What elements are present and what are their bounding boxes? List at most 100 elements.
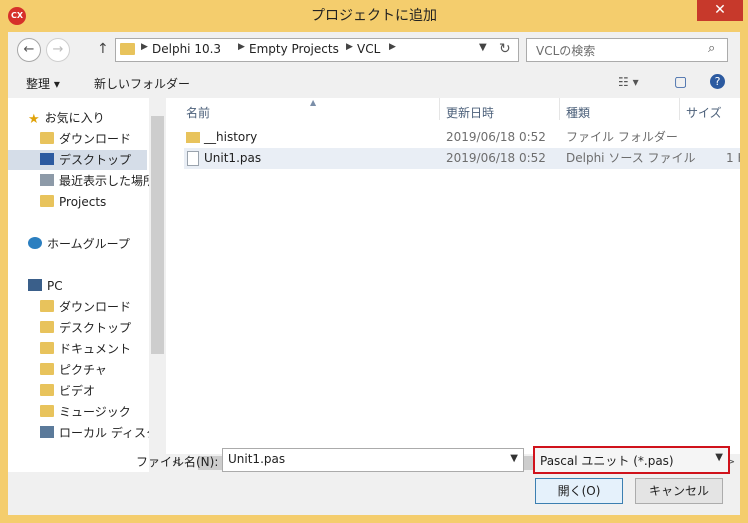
sidebar-item-downloads[interactable]: ダウンロード xyxy=(40,129,131,149)
file-modified: 2019/06/18 0:52 xyxy=(446,130,546,144)
forward-button[interactable]: → xyxy=(46,38,70,62)
sidebar-label: ピクチャ xyxy=(59,363,107,377)
view-options-icon[interactable]: ☷ ▾ xyxy=(618,75,639,89)
column-header-name[interactable]: 名前 xyxy=(186,104,210,121)
chevron-right-icon[interactable]: ▶ xyxy=(389,42,396,52)
sidebar-item-music[interactable]: ミュージック xyxy=(40,402,131,422)
scrollbar-thumb[interactable] xyxy=(151,116,164,354)
sidebar-item-documents[interactable]: ドキュメント xyxy=(40,339,131,359)
sidebar-label: ダウンロード xyxy=(59,300,132,314)
folder-icon xyxy=(186,132,200,143)
sidebar-item-pictures[interactable]: ピクチャ xyxy=(40,360,107,380)
new-folder-button[interactable]: 新しいフォルダー xyxy=(94,75,190,92)
chevron-right-icon[interactable]: ▶ xyxy=(346,42,353,52)
search-box[interactable]: VCLの検索 ⌕ xyxy=(526,38,728,62)
preview-pane-icon[interactable]: ▢ xyxy=(674,74,687,90)
column-divider[interactable] xyxy=(679,98,680,120)
search-icon[interactable]: ⌕ xyxy=(708,41,715,56)
star-icon: ★ xyxy=(28,112,40,127)
pc-icon xyxy=(28,279,42,291)
sidebar-label: ドキュメント xyxy=(59,342,132,356)
window-title: プロジェクトに追加 xyxy=(311,8,437,24)
chevron-down-icon[interactable]: ▼ xyxy=(715,452,723,463)
window-frame: CX プロジェクトに追加 ✕ ← → ↑ ▶ Delphi 10.3 ▶ Emp… xyxy=(0,0,748,523)
drive-icon xyxy=(40,426,54,438)
sidebar-item-projects[interactable]: Projects xyxy=(40,192,106,212)
sidebar-label: 最近表示した場所 xyxy=(59,174,156,188)
sidebar-item-pc[interactable]: PC xyxy=(28,276,63,296)
up-icon[interactable]: ↑ xyxy=(97,41,109,57)
folder-icon xyxy=(40,195,54,207)
navigation-scrollbar[interactable] xyxy=(149,98,166,472)
sort-ascending-icon: ▲ xyxy=(310,98,317,107)
file-modified: 2019/06/18 0:52 xyxy=(446,151,546,165)
address-dropdown-icon[interactable]: ▼ xyxy=(479,42,487,53)
cancel-button[interactable]: キャンセル xyxy=(635,478,723,504)
breadcrumb-delphi[interactable]: Delphi 10.3 xyxy=(152,42,221,56)
file-row[interactable]: Unit1.pas 2019/06/18 0:52 Delphi ソース ファイ… xyxy=(184,148,740,169)
chevron-right-icon[interactable]: ▶ xyxy=(238,42,245,52)
close-button[interactable]: ✕ xyxy=(697,0,743,21)
sidebar-label: ビデオ xyxy=(59,384,96,398)
file-name: __history xyxy=(204,130,258,144)
breadcrumb-vcl[interactable]: VCL xyxy=(357,42,380,56)
refresh-icon[interactable]: ↻ xyxy=(499,41,511,57)
sidebar-label: ホームグループ xyxy=(47,237,130,251)
filename-value: Unit1.pas xyxy=(228,452,286,466)
dialog-client: ← → ↑ ▶ Delphi 10.3 ▶ Empty Projects ▶ V… xyxy=(8,32,740,515)
sidebar-item-homegroup[interactable]: ホームグループ xyxy=(28,234,130,254)
file-size: 1 K xyxy=(726,151,740,165)
recent-places-icon xyxy=(40,174,54,186)
column-header-type[interactable]: 種類 xyxy=(566,104,590,121)
column-divider[interactable] xyxy=(559,98,560,120)
file-row[interactable]: __history 2019/06/18 0:52 ファイル フォルダー xyxy=(184,127,740,148)
file-type: ファイル フォルダー xyxy=(566,130,678,144)
sidebar-label: デスクトップ xyxy=(59,321,132,335)
sidebar-item-pc-desktop[interactable]: デスクトップ xyxy=(40,318,131,338)
sidebar-item-favorites[interactable]: ★ お気に入り xyxy=(28,108,105,128)
folder-icon xyxy=(120,43,135,55)
chevron-right-icon[interactable]: ▶ xyxy=(141,42,148,52)
sidebar-item-desktop[interactable]: デスクトップ xyxy=(8,150,147,170)
search-placeholder: VCLの検索 xyxy=(536,44,596,58)
help-icon[interactable]: ? xyxy=(710,74,725,89)
file-name: Unit1.pas xyxy=(204,151,262,165)
organize-button[interactable]: 整理 ▾ xyxy=(26,75,60,92)
videos-folder-icon xyxy=(40,384,54,396)
sidebar-item-videos[interactable]: ビデオ xyxy=(40,381,95,401)
desktop-icon xyxy=(40,153,54,165)
downloads-folder-icon xyxy=(40,300,54,312)
back-button[interactable]: ← xyxy=(17,38,41,62)
sidebar-item-pc-downloads[interactable]: ダウンロード xyxy=(40,297,131,317)
sidebar-label: お気に入り xyxy=(44,111,105,125)
filetype-value: Pascal ユニット (*.pas) xyxy=(540,454,674,468)
sidebar-item-local-disk[interactable]: ローカル ディスク (C xyxy=(40,423,166,443)
navigation-pane: ★ お気に入り ダウンロード デスクトップ 最近表示した場所 Projects ホ… xyxy=(8,98,166,472)
documents-folder-icon xyxy=(40,342,54,354)
column-header-modified[interactable]: 更新日時 xyxy=(446,104,494,121)
document-icon xyxy=(187,151,199,166)
downloads-folder-icon xyxy=(40,132,54,144)
title-bar[interactable]: CX プロジェクトに追加 ✕ xyxy=(0,0,748,32)
filename-input[interactable]: Unit1.pas ▼ xyxy=(222,448,524,472)
chevron-down-icon[interactable]: ▼ xyxy=(510,453,518,464)
sidebar-label: ミュージック xyxy=(59,405,131,419)
sidebar-label: PC xyxy=(47,279,63,293)
desktop-folder-icon xyxy=(40,321,54,333)
pictures-folder-icon xyxy=(40,363,54,375)
sidebar-label: ダウンロード xyxy=(59,132,132,146)
sidebar-item-recent[interactable]: 最近表示した場所 xyxy=(40,171,155,191)
open-button[interactable]: 開く(O) xyxy=(535,478,623,504)
breadcrumb-empty-projects[interactable]: Empty Projects xyxy=(249,42,339,56)
sidebar-label: Projects xyxy=(59,195,107,209)
filename-label: ファイル名(N): xyxy=(136,455,219,469)
homegroup-icon xyxy=(28,237,42,249)
address-bar[interactable]: ▶ Delphi 10.3 ▶ Empty Projects ▶ VCL ▶ ▼… xyxy=(115,38,519,62)
sidebar-label: デスクトップ xyxy=(59,153,132,167)
music-folder-icon xyxy=(40,405,54,417)
column-divider[interactable] xyxy=(439,98,440,120)
file-list-pane: ▲ 名前 更新日時 種類 サイズ __history 2019/06/18 0:… xyxy=(166,98,740,472)
filetype-select[interactable]: Pascal ユニット (*.pas) ▼ xyxy=(533,446,730,474)
file-type: Delphi ソース ファイル xyxy=(566,151,696,165)
column-header-size[interactable]: サイズ xyxy=(686,104,722,121)
